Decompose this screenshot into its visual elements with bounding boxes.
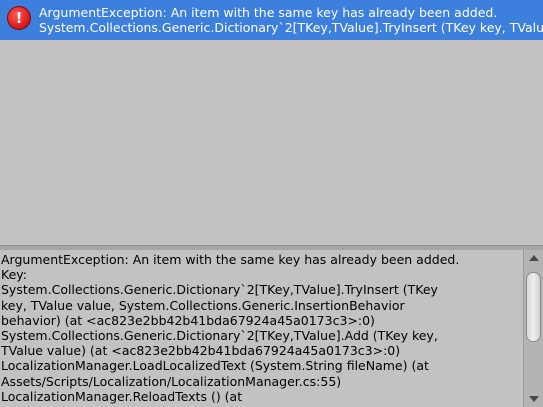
- detail-line: behavior) (at <ac823e2bb42b41bda67924a45…: [1, 312, 375, 328]
- log-detail-pane: ArgumentException: An item with the same…: [0, 250, 543, 407]
- detail-line: key, TValue value, System.Collections.Ge…: [1, 297, 405, 313]
- detail-line: LocalizationManager.ReloadTexts () (at: [1, 388, 243, 404]
- detail-line: System.Collections.Generic.Dictionary`2[…: [1, 328, 438, 344]
- detail-line: TValue value) (at <ac823e2bb42b41bda6792…: [1, 343, 401, 359]
- scrollbar-thumb[interactable]: [526, 272, 541, 342]
- console-log-list: ! ArgumentException: An item with the sa…: [0, 0, 543, 245]
- detail-scrollbar[interactable]: [523, 250, 543, 407]
- log-entry-message: ArgumentException: An item with the same…: [39, 5, 498, 20]
- log-detail-text: ArgumentException: An item with the same…: [1, 252, 521, 404]
- arrow-up-icon: [528, 255, 539, 261]
- detail-line: ArgumentException: An item with the same…: [1, 252, 460, 267]
- detail-line: Key:: [1, 267, 27, 283]
- scroll-up-button[interactable]: [524, 250, 543, 266]
- detail-line: LocalizationManager.LoadLocalizedText (S…: [1, 358, 429, 374]
- log-entry-selected[interactable]: ! ArgumentException: An item with the sa…: [0, 0, 543, 40]
- arrow-down-icon: [528, 396, 539, 402]
- error-icon: !: [7, 6, 31, 30]
- log-entry-stacktrace-preview: System.Collections.Generic.Dictionary`2[…: [39, 20, 543, 35]
- scroll-down-button[interactable]: [524, 391, 543, 407]
- detail-line: System.Collections.Generic.Dictionary`2[…: [1, 282, 438, 298]
- detail-line: Assets/Scripts/Localization/Localization…: [1, 373, 342, 389]
